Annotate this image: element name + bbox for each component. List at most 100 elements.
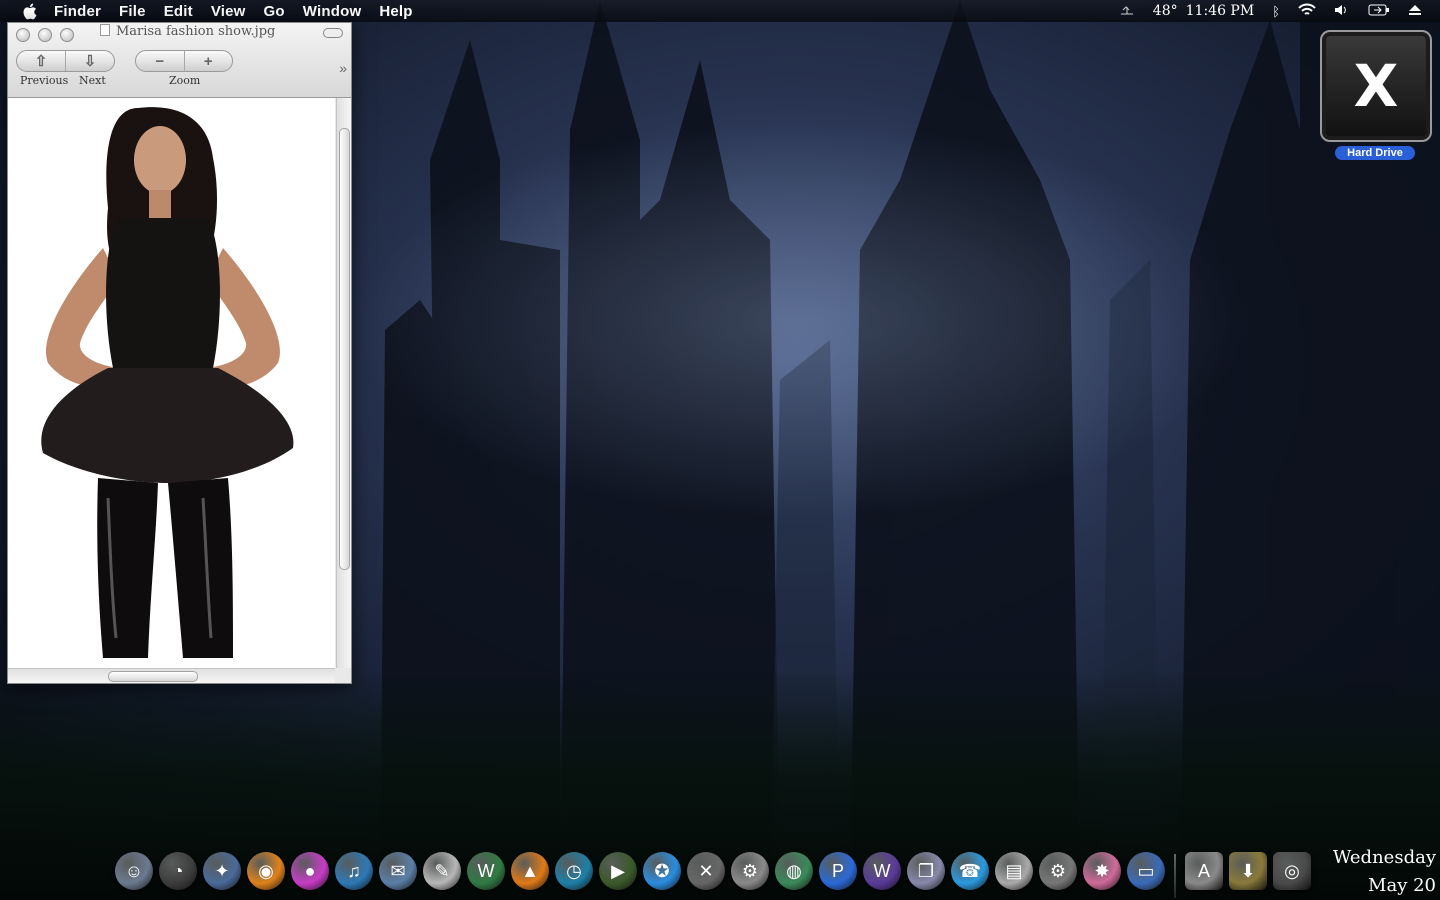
dock-item-dreamweaver[interactable]: W bbox=[467, 852, 505, 890]
eject-icon[interactable] bbox=[1408, 3, 1422, 19]
arrow-down-icon: ⇩ bbox=[83, 53, 97, 70]
quicktime-icon: ▶ bbox=[611, 860, 625, 881]
toolbar-overflow-icon[interactable]: » bbox=[339, 60, 347, 76]
hard-drive-icon[interactable]: X bbox=[1320, 30, 1432, 142]
volume-icon[interactable] bbox=[1334, 3, 1350, 20]
dock-separator bbox=[1174, 854, 1176, 898]
window-controls bbox=[16, 28, 82, 42]
dock-item-ical[interactable]: ◷ bbox=[555, 852, 593, 890]
close-button[interactable] bbox=[16, 28, 30, 42]
trash-icon: ◎ bbox=[1284, 860, 1300, 881]
dock-item-textedit[interactable]: ✎ bbox=[423, 852, 461, 890]
vertical-scrollbar[interactable] bbox=[336, 98, 351, 668]
dock-item-itunes[interactable]: ♫ bbox=[335, 852, 373, 890]
dashboard-icon: ◔ bbox=[172, 860, 184, 881]
document-proxy-icon[interactable] bbox=[100, 24, 110, 36]
itunes-icon: ♫ bbox=[347, 860, 361, 881]
globe-icon: ◍ bbox=[786, 860, 802, 881]
temperature-text[interactable]: 48° bbox=[1153, 3, 1178, 19]
ical-icon: ◷ bbox=[566, 860, 582, 881]
dock-item-trash[interactable]: ◎ bbox=[1273, 852, 1311, 890]
menu-help[interactable]: Help bbox=[379, 3, 412, 20]
app-store-icon: ✪ bbox=[654, 860, 670, 881]
dock-item-globe[interactable]: ◍ bbox=[775, 852, 813, 890]
vertical-scroll-thumb[interactable] bbox=[339, 128, 350, 570]
fashion-photo bbox=[41, 107, 294, 658]
mail-icon: ✉ bbox=[390, 860, 406, 881]
dock-item-photoshop[interactable]: P bbox=[819, 852, 857, 890]
menu-bar: Finder File Edit View Go Window Help 48°… bbox=[0, 0, 1440, 22]
previous-label: Previous bbox=[20, 74, 69, 87]
minus-icon: − bbox=[155, 52, 165, 70]
dreamweaver-icon: W bbox=[477, 860, 495, 881]
battery-icon[interactable] bbox=[1368, 3, 1390, 19]
previous-button[interactable]: ⇧ bbox=[17, 51, 65, 71]
printer-icon: ▤ bbox=[1005, 860, 1023, 881]
minimize-button[interactable] bbox=[38, 28, 52, 42]
date-day: May 20 bbox=[1368, 875, 1436, 896]
dock-item-ichat[interactable]: ☎ bbox=[951, 852, 989, 890]
weather-icon[interactable] bbox=[1119, 3, 1135, 19]
system-preferences-icon: ⚙ bbox=[1049, 860, 1067, 881]
dock-item-lollipop[interactable]: ✸ bbox=[1083, 852, 1121, 890]
dock-item-screen-sharing[interactable]: ▭ bbox=[1127, 852, 1165, 890]
dock-item-quicktime[interactable]: ▶ bbox=[599, 852, 637, 890]
plus-icon: + bbox=[203, 52, 213, 70]
menu-go[interactable]: Go bbox=[264, 3, 285, 20]
arrow-up-icon: ⇧ bbox=[34, 53, 48, 70]
warcraft-icon: W bbox=[873, 860, 891, 881]
next-label: Next bbox=[79, 74, 106, 87]
dock-item-safari[interactable]: ✦ bbox=[203, 852, 241, 890]
apple-menu-icon[interactable] bbox=[18, 0, 40, 22]
dock-item-dashboard[interactable]: ◔ bbox=[159, 852, 197, 890]
screen-sharing-icon: ▭ bbox=[1137, 860, 1155, 881]
dock-item-finder[interactable]: ☺ bbox=[115, 852, 153, 890]
prev-next-control: ⇧ ⇩ bbox=[16, 50, 115, 72]
dock-item-trash-app[interactable]: ❐ bbox=[907, 852, 945, 890]
dock-item-color-picker[interactable]: ● bbox=[291, 852, 329, 890]
dock-item-xcode[interactable]: ✕ bbox=[687, 852, 725, 890]
dock-item-applications-folder[interactable]: A bbox=[1185, 852, 1223, 890]
menu-edit[interactable]: Edit bbox=[164, 3, 193, 20]
zoom-out-button[interactable]: − bbox=[136, 51, 184, 71]
menu-app-name[interactable]: Finder bbox=[54, 3, 101, 20]
date-weekday: Wednesday bbox=[1332, 847, 1436, 868]
bluetooth-icon[interactable]: ᛒ bbox=[1272, 4, 1280, 19]
menu-view[interactable]: View bbox=[211, 3, 246, 20]
window-titlebar[interactable]: Marisa fashion show.jpg ⇧ ⇩ Previous Nex… bbox=[8, 23, 351, 98]
zoom-window-button[interactable] bbox=[60, 28, 74, 42]
firefox-icon: ◉ bbox=[258, 860, 274, 881]
image-canvas[interactable] bbox=[8, 98, 335, 668]
preview-window: Marisa fashion show.jpg ⇧ ⇩ Previous Nex… bbox=[7, 22, 352, 684]
dock-item-firefox[interactable]: ◉ bbox=[247, 852, 285, 890]
dock-item-system-preferences[interactable]: ⚙ bbox=[1039, 852, 1077, 890]
dock-item-printer[interactable]: ▤ bbox=[995, 852, 1033, 890]
dock-item-automator[interactable]: ⚙ bbox=[731, 852, 769, 890]
dock-item-downloads-folder[interactable]: ⬇ bbox=[1229, 852, 1267, 890]
toolbar-toggle-button[interactable] bbox=[323, 28, 343, 38]
dock: ☺ ◔ ✦ ◉ ● ♫ ✉ ✎ W ▲ ◷ ▶ ✪ ✕ ⚙ ◍ P W ❐ ☎ ▤ ⚙ ✸ ▭ A ⬇ ◎ bbox=[112, 838, 1332, 898]
downloads-folder-icon: ⬇ bbox=[1240, 860, 1256, 881]
dock-item-app-store[interactable]: ✪ bbox=[643, 852, 681, 890]
xcode-icon: ✕ bbox=[698, 860, 714, 881]
menu-window[interactable]: Window bbox=[303, 3, 362, 20]
hard-drive-desktop-icon[interactable]: X Hard Drive bbox=[1320, 30, 1432, 160]
window-title: Marisa fashion show.jpg bbox=[100, 24, 275, 39]
trash-app-icon: ❐ bbox=[917, 860, 935, 881]
date-widget: Wednesday May 20 bbox=[1333, 844, 1436, 900]
dock-item-mail[interactable]: ✉ bbox=[379, 852, 417, 890]
dock-item-warcraft[interactable]: W bbox=[863, 852, 901, 890]
zoom-in-button[interactable]: + bbox=[183, 51, 233, 71]
horizontal-scroll-thumb[interactable] bbox=[108, 671, 198, 682]
wifi-icon[interactable] bbox=[1298, 3, 1316, 20]
hard-drive-label[interactable]: Hard Drive bbox=[1335, 146, 1415, 160]
next-button[interactable]: ⇩ bbox=[65, 51, 114, 71]
menu-file[interactable]: File bbox=[119, 3, 146, 20]
applications-folder-icon: A bbox=[1197, 860, 1210, 881]
clock-text[interactable]: 11:46 PM bbox=[1186, 3, 1255, 19]
safari-icon: ✦ bbox=[214, 860, 230, 881]
dock-item-vlc[interactable]: ▲ bbox=[511, 852, 549, 890]
zoom-control: − + bbox=[135, 50, 233, 72]
photoshop-icon: P bbox=[831, 860, 844, 881]
horizontal-scrollbar[interactable] bbox=[8, 668, 335, 683]
